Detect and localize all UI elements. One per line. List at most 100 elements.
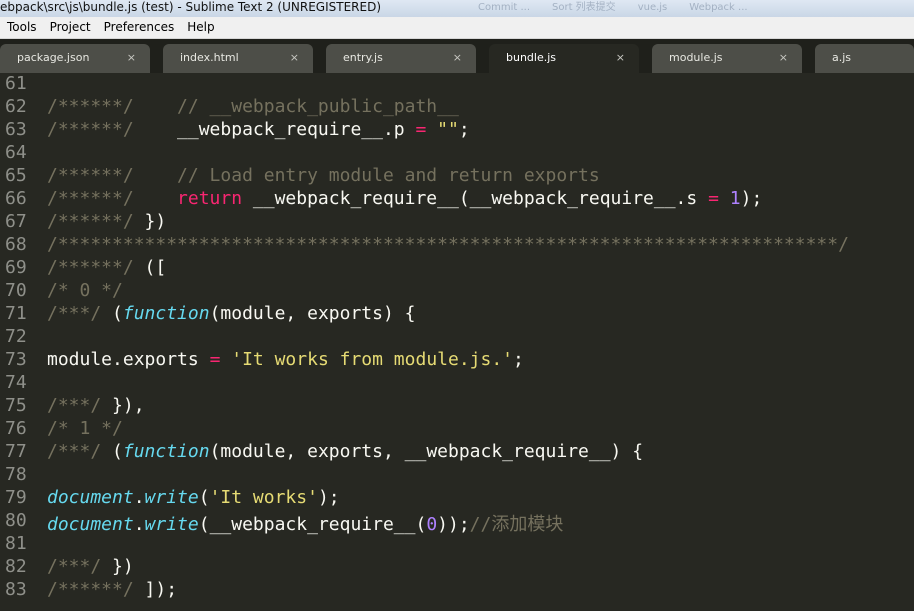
code-token: ( [198,487,210,508]
code-token: /***/ [47,556,113,577]
close-icon[interactable]: × [290,44,299,71]
close-icon[interactable]: × [453,44,462,71]
taskbar-item: Webpack ... [689,2,748,13]
code-token: __webpack_require__.p [177,119,416,140]
line-number: 75 [5,395,27,416]
code-token: ); [317,487,340,508]
code-text: /* 0 */ [47,280,123,301]
code-token: /******/ [47,257,145,278]
line-number: 73 [5,349,27,370]
code-token: (__webpack_require__( [198,514,427,535]
code-token: function [122,303,210,324]
code-token: ; [458,119,470,140]
line-number: 68 [5,234,27,255]
close-icon[interactable]: × [616,44,625,71]
code-token: /***/ [47,441,113,462]
code-token: ; [513,349,524,370]
code-token: 0 [426,514,438,535]
code-token: ( [112,303,123,324]
code-token: //添加模块 [469,514,564,535]
code-token: "" [437,119,459,140]
code-text: /* 1 */ [47,418,123,439]
taskbar-item: Commit ... [478,2,530,13]
code-token: /* 0 */ [47,280,123,301]
line-number: 72 [5,326,27,347]
code-token: }), [112,395,145,416]
line-number: 64 [5,142,27,163]
code-text: module.exports = 'It works from module.j… [47,349,524,370]
tab-entry-js[interactable]: entry.js × [326,44,476,73]
code-token: = [209,349,221,370]
code-token: write [144,514,199,535]
tab-bundle-js[interactable]: bundle.js × [489,44,639,73]
code-token: module.exports [47,349,210,370]
code-token: /******/ [47,211,145,232]
window-title: ebpack\src\js\bundle.js (test) - Sublime… [0,0,381,14]
tab-label: entry.js [343,51,383,64]
menu-preferences[interactable]: Preferences [97,17,181,38]
code-text: /******/ ([ [47,257,166,278]
code-text: /******/ // __webpack_public_path__ [47,96,459,117]
code-token: (module, exports, __webpack_require__) { [209,441,644,462]
code-token: )); [437,514,470,535]
line-number: 70 [5,280,27,301]
code-token: /******/ [47,119,178,140]
code-token: /***************************************… [47,234,849,255]
line-number: 78 [5,464,27,485]
menu-help[interactable]: Help [180,17,220,38]
menu-bar: Tools Project Preferences Help [0,17,914,39]
code-token: ); [740,188,763,209]
code-token: return [177,188,243,209]
tab-module-js[interactable]: module.js × [652,44,802,73]
code-token: /******/ [47,188,178,209]
line-number: 69 [5,257,27,278]
code-token: ([ [144,257,167,278]
line-number: 76 [5,418,27,439]
code-token: = [708,188,719,209]
code-text: /******/ ]); [47,579,177,600]
code-token: /******/ [47,579,145,600]
close-icon[interactable]: × [779,44,788,71]
tab-label: module.js [669,51,723,64]
menu-tools[interactable]: Tools [0,17,43,38]
code-text: /***************************************… [47,234,849,255]
code-token: /***/ [47,395,113,416]
code-text: document.write(__webpack_require__(0));/… [47,510,563,536]
code-editor[interactable]: 61 62 /******/ // __webpack_public_path__ 6… [0,73,914,611]
line-number: 63 [5,119,27,140]
tab-label: a.js [832,51,852,64]
tab-bar: package.json × index.html × entry.js × b… [0,39,914,73]
code-token: ( [112,441,123,462]
taskbar-item: vue.js [637,2,668,13]
taskbar-item: Sort 列表提交 [552,2,616,13]
code-token: (module, exports) { [209,303,416,324]
code-token: ]); [144,579,178,600]
close-icon[interactable]: × [127,44,136,71]
code-token: 'It works' [209,487,318,508]
code-text: /***/ (function(module, exports, __webpa… [47,441,643,462]
menu-project[interactable]: Project [43,17,97,38]
line-number: 81 [5,533,27,554]
tab-package-json[interactable]: package.json × [0,44,150,73]
code-token: = [415,119,427,140]
code-text: /******/ return __webpack_require__(__we… [47,188,762,209]
tab-index-html[interactable]: index.html × [163,44,313,73]
code-token: }) [144,211,167,232]
code-text: document.write('It works'); [47,487,340,508]
code-token: /***/ [47,303,113,324]
tab-label: package.json [17,51,90,64]
line-number: 67 [5,211,27,232]
code-token: }) [112,556,134,577]
line-number: 71 [5,303,27,324]
code-text: /***/ (function(module, exports) { [47,303,415,324]
line-number: 66 [5,188,27,209]
line-number: 61 [5,73,27,94]
code-token: 1 [729,188,741,209]
tab-a-js[interactable]: a.js [815,44,914,73]
code-token: document [47,487,134,508]
line-number: 80 [5,510,27,531]
line-number: 79 [5,487,27,508]
code-token: function [122,441,210,462]
